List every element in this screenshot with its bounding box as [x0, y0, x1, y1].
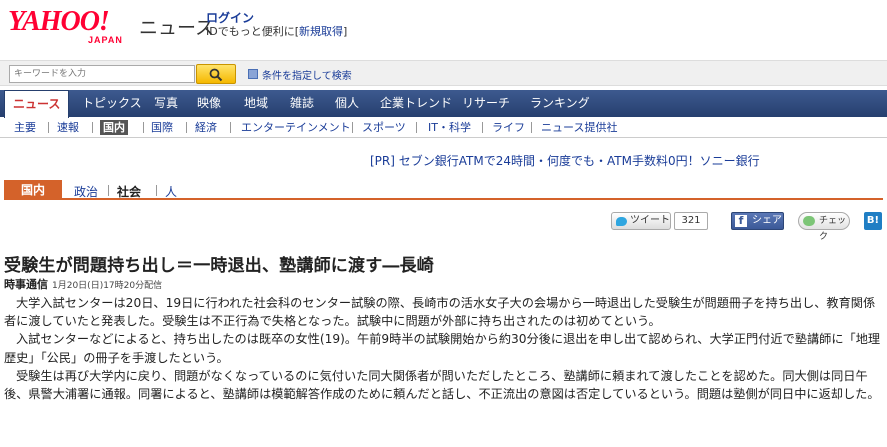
category-tabs: 国内 政治 社会 人 — [4, 180, 883, 200]
main-nav-video[interactable]: 映像 — [189, 90, 229, 117]
main-nav-research[interactable]: リサーチ — [454, 90, 518, 117]
sub-nav-separator — [531, 122, 532, 133]
main-nav-news[interactable]: ニュース — [4, 90, 70, 118]
pr-ad-link[interactable]: [PR] セブン銀行ATMで24時間・何度でも・ATM手数料0円！ソニー銀行 — [370, 152, 760, 169]
main-nav-ranking[interactable]: ランキング — [522, 90, 598, 117]
sub-nav-separator — [92, 122, 93, 133]
site-header: YAHOO! JAPAN ニュース ログイン IDでもっと便利に[新規取得] — [0, 0, 887, 56]
login-sub-text: IDでもっと便利に[新規取得] — [206, 23, 347, 39]
sub-nav-life[interactable]: ライフ — [492, 120, 525, 135]
sub-nav-separator — [482, 122, 483, 133]
search-icon — [209, 68, 223, 82]
article-headline: 受験生が問題持ち出し＝一時退出、塾講師に渡す―長崎 — [4, 256, 434, 276]
sub-nav-it-science[interactable]: IT・科学 — [428, 120, 471, 135]
category-separator — [108, 185, 109, 196]
sub-nav: 主要 速報 国内 国際 経済 エンターテインメント スポーツ IT・科学 ライフ… — [0, 117, 887, 138]
sub-nav-separator — [352, 122, 353, 133]
search-button[interactable] — [196, 64, 236, 84]
main-nav: ニュース トピックス 写真 映像 地域 雑誌 個人 企業トレンド リサーチ ラン… — [0, 90, 887, 118]
category-tab-people[interactable]: 人 — [165, 183, 177, 200]
sub-nav-separator — [48, 122, 49, 133]
facebook-share-button[interactable]: f シェア — [731, 212, 784, 230]
mixi-icon — [803, 216, 815, 226]
sub-nav-providers[interactable]: ニュース提供社 — [541, 120, 617, 135]
article-paragraph: 入試センターなどによると、持ち出したのは既卒の女性(19)。午前9時半の試験開始… — [4, 332, 881, 365]
article-paragraph: 受験生は再び大学内に戻り、問題がなくなっているのに気付いた同大関係者が問いただし… — [4, 368, 880, 402]
main-nav-magazine[interactable]: 雑誌 — [282, 90, 322, 117]
conditions-icon — [248, 69, 258, 79]
check-label: チェック — [819, 216, 847, 242]
share-label: シェア — [752, 215, 782, 226]
sub-nav-entertainment[interactable]: エンターテインメント — [241, 120, 351, 135]
main-nav-local[interactable]: 地域 — [236, 90, 276, 117]
sub-nav-international[interactable]: 国際 — [151, 120, 173, 135]
category-tab-politics[interactable]: 政治 — [74, 183, 98, 200]
mixi-check-button[interactable]: チェック — [798, 212, 850, 242]
twitter-icon — [616, 217, 627, 226]
tweet-label: ツイート — [630, 215, 670, 226]
search-bar: 条件を指定して検索 — [0, 60, 887, 86]
sub-nav-separator — [230, 122, 231, 133]
yahoo-japan-logo[interactable]: YAHOO! JAPAN — [8, 6, 136, 46]
hatena-bookmark-button[interactable]: B! — [864, 212, 882, 230]
category-tab-domestic[interactable]: 国内 — [4, 180, 62, 200]
sub-nav-domestic[interactable]: 国内 — [100, 120, 128, 135]
register-link[interactable]: 新規取得 — [299, 25, 343, 38]
main-nav-business-trend[interactable]: 企業トレンド — [372, 90, 460, 117]
register-close: ] — [343, 25, 348, 38]
sub-nav-sports[interactable]: スポーツ — [362, 120, 406, 135]
search-input[interactable] — [9, 65, 195, 83]
advanced-search-link[interactable]: 条件を指定して検索 — [262, 67, 352, 82]
article-byline: 時事通信 1月20日(日)17時20分配信 — [4, 276, 162, 292]
main-nav-individual[interactable]: 個人 — [327, 90, 367, 117]
logo-text: YAHOO! — [8, 6, 110, 37]
sub-nav-separator — [143, 122, 144, 133]
main-nav-topics[interactable]: トピックス — [74, 90, 150, 117]
category-tab-society[interactable]: 社会 — [117, 183, 141, 200]
article-body: 大学入試センターは20日、19日に行われた社会科のセンター試験の際、長崎市の活水… — [4, 294, 882, 403]
sub-nav-separator — [416, 122, 417, 133]
sub-nav-breaking[interactable]: 速報 — [57, 120, 79, 135]
article-paragraph: 大学入試センターは20日、19日に行われた社会科のセンター試験の際、長崎市の活水… — [4, 296, 876, 329]
tweet-button[interactable]: ツイート — [611, 212, 671, 230]
section-name[interactable]: ニュース — [139, 13, 214, 40]
facebook-icon: f — [735, 215, 747, 227]
sub-nav-main[interactable]: 主要 — [14, 120, 36, 135]
article-source[interactable]: 時事通信 — [4, 278, 48, 291]
tweet-count[interactable]: 321 — [674, 212, 708, 230]
logo-sub: JAPAN — [88, 35, 123, 45]
main-nav-photo[interactable]: 写真 — [146, 90, 186, 117]
login-sub-label: IDでもっと便利に[ — [206, 25, 300, 38]
article-date: 1月20日(日)17時20分配信 — [52, 281, 163, 291]
sub-nav-economy[interactable]: 経済 — [195, 120, 217, 135]
category-separator — [156, 185, 157, 196]
sub-nav-separator — [186, 122, 187, 133]
